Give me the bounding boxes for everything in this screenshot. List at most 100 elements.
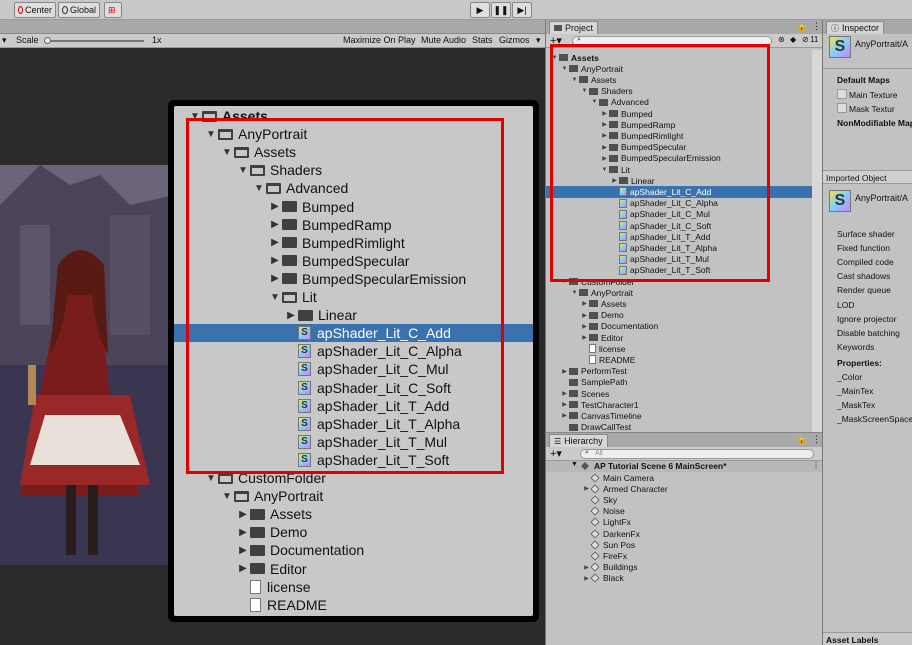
maximize-on-play-toggle[interactable]: Maximize On Play bbox=[343, 35, 416, 45]
hierarchy-item[interactable]: LightFx bbox=[582, 517, 631, 528]
pivot-global-button[interactable]: Global bbox=[58, 2, 100, 18]
zoom-tree-item[interactable]: ▶ Assets bbox=[174, 505, 533, 523]
hierarchy-lock-icon[interactable]: 🔒 bbox=[796, 434, 807, 445]
inspector-panel: ⓘ Inspector S AnyPortrait/A Default Maps… bbox=[822, 20, 912, 645]
mute-audio-toggle[interactable]: Mute Audio bbox=[421, 35, 466, 45]
zoom-tree-item[interactable]: ▶ Editor bbox=[174, 560, 533, 578]
step-button[interactable]: ▶| bbox=[512, 2, 532, 18]
project-tree-item[interactable]: ▶ Demo bbox=[546, 310, 812, 321]
folder-icon bbox=[589, 300, 598, 308]
hierarchy-item-label: DarkenFx bbox=[603, 528, 640, 539]
hidden-packages-icon[interactable]: ⊘ bbox=[802, 35, 809, 44]
filter-type-icon[interactable]: ⊛ bbox=[778, 35, 785, 44]
expand-arrow-icon[interactable]: ▶ bbox=[582, 575, 591, 582]
project-tree-item[interactable]: ▶ TestCharacter1 bbox=[546, 399, 812, 410]
gameobject-cube-icon bbox=[590, 551, 600, 561]
project-tree-item[interactable]: ▶ Editor bbox=[546, 332, 812, 343]
hierarchy-search-placeholder: All bbox=[595, 450, 603, 457]
shader-detail-label: Render queue bbox=[837, 285, 891, 296]
project-scrollbar[interactable] bbox=[812, 50, 822, 432]
pivot-center-button[interactable]: Center bbox=[14, 2, 56, 18]
expand-arrow-icon[interactable]: ▶ bbox=[236, 509, 250, 520]
hierarchy-item[interactable]: Sun Pos bbox=[582, 539, 635, 550]
scale-slider-thumb[interactable] bbox=[44, 37, 51, 44]
gameobject-cube-icon bbox=[590, 573, 600, 583]
hierarchy-item[interactable]: DarkenFx bbox=[582, 528, 640, 539]
expand-arrow-icon[interactable]: ▼ bbox=[204, 473, 218, 484]
project-tree-item[interactable]: ▶ Assets bbox=[546, 298, 812, 309]
gameobject-cube-icon bbox=[590, 506, 600, 516]
expand-arrow-icon[interactable]: ▶ bbox=[580, 312, 589, 319]
hierarchy-item[interactable]: FireFx bbox=[582, 550, 627, 561]
expand-arrow-icon[interactable]: ▶ bbox=[560, 412, 569, 419]
hierarchy-search-input[interactable]: ⌕ All bbox=[580, 449, 814, 459]
hierarchy-item[interactable]: ▶ Black bbox=[582, 573, 624, 584]
hierarchy-item[interactable]: ▶ Buildings bbox=[582, 562, 638, 573]
hierarchy-menu-icon[interactable]: ⋮ bbox=[812, 434, 821, 445]
panel-menu-icon[interactable]: ⋮ bbox=[812, 21, 821, 32]
grid-snap-icon: ⊞ bbox=[108, 4, 116, 15]
expand-arrow-icon[interactable]: ▶ bbox=[580, 323, 589, 330]
scene-header-row[interactable]: ▼ AP Tutorial Scene 6 MainScreen* ⋮ bbox=[546, 461, 823, 472]
expand-arrow-icon[interactable]: ▶ bbox=[580, 300, 589, 307]
hierarchy-item[interactable]: Sky bbox=[582, 494, 617, 505]
zoom-highlight-box bbox=[186, 118, 504, 474]
imported-asset-path: AnyPortrait/A bbox=[855, 193, 909, 203]
lock-icon[interactable]: 🔒 bbox=[796, 21, 807, 32]
tab-inspector[interactable]: ⓘ Inspector bbox=[826, 21, 885, 34]
mask-texture-slot[interactable] bbox=[837, 103, 847, 113]
expand-arrow-icon[interactable]: ▶ bbox=[236, 527, 250, 538]
project-tree-item[interactable]: ▶ Documentation bbox=[546, 321, 812, 332]
project-tree-item[interactable]: ▶ PerformTest bbox=[546, 366, 812, 377]
zoom-tree-item[interactable]: ▼ AnyPortrait bbox=[174, 487, 533, 505]
tab-hierarchy[interactable]: ☰ Hierarchy bbox=[549, 434, 608, 447]
expand-arrow-icon[interactable]: ▼ bbox=[220, 491, 234, 502]
main-texture-slot[interactable] bbox=[837, 89, 847, 99]
zoom-tree-item[interactable]: ▶ Documentation bbox=[174, 541, 533, 559]
label-filter-icon[interactable]: ◆ bbox=[790, 35, 796, 44]
expand-arrow-icon[interactable]: ▶ bbox=[560, 401, 569, 408]
expand-arrow-icon[interactable]: ▶ bbox=[236, 545, 250, 556]
expand-arrow-icon[interactable]: ▶ bbox=[236, 563, 250, 574]
hierarchy-item-label: Buildings bbox=[603, 562, 638, 573]
file-icon bbox=[589, 344, 596, 354]
hierarchy-create-icon[interactable]: +▾ bbox=[550, 447, 562, 460]
gizmos-chevron-icon[interactable]: ▾ bbox=[536, 35, 541, 46]
project-tree-item[interactable]: SamplePath bbox=[546, 377, 812, 388]
pause-button[interactable]: ❚❚ bbox=[491, 2, 511, 18]
aspect-dropdown-icon[interactable]: ▾ bbox=[2, 35, 7, 46]
project-tree-item[interactable]: ▼ AnyPortrait bbox=[546, 287, 812, 298]
stats-toggle[interactable]: Stats bbox=[472, 35, 493, 45]
project-tree-item[interactable]: license bbox=[546, 343, 812, 354]
expand-arrow-icon[interactable]: ▼ bbox=[570, 290, 579, 296]
asset-labels-heading: Asset Labels bbox=[826, 635, 879, 645]
gameobject-cube-icon bbox=[590, 495, 600, 505]
folder-icon bbox=[569, 390, 578, 398]
tab-project[interactable]: Project bbox=[549, 21, 599, 34]
expand-arrow-icon[interactable]: ▶ bbox=[582, 564, 591, 571]
scale-slider[interactable] bbox=[44, 37, 144, 44]
scene-menu-icon[interactable]: ⋮ bbox=[812, 461, 820, 470]
project-tree-item[interactable]: DrawCallTest bbox=[546, 422, 812, 432]
zoom-tree-item[interactable]: README bbox=[174, 596, 533, 614]
shader-detail-label: Keywords bbox=[837, 341, 875, 352]
expand-arrow-icon[interactable]: ▶ bbox=[580, 334, 589, 341]
hierarchy-item[interactable]: ▶ Armed Character bbox=[582, 483, 668, 494]
folder-tab-icon bbox=[554, 25, 562, 31]
shader-detail-label: Cast shadows bbox=[837, 271, 891, 282]
gizmos-dropdown[interactable]: Gizmos bbox=[499, 35, 530, 45]
project-tree-item[interactable]: ▶ CanvasTimeline bbox=[546, 410, 812, 421]
expand-arrow-icon[interactable]: ▶ bbox=[560, 368, 569, 375]
scene-expand-arrow-icon[interactable]: ▼ bbox=[571, 461, 578, 468]
expand-arrow-icon[interactable]: ▶ bbox=[560, 390, 569, 397]
zoom-tree-item[interactable]: license bbox=[174, 578, 533, 596]
hierarchy-item[interactable]: Noise bbox=[582, 506, 625, 517]
project-tree-item-label: TestCharacter1 bbox=[581, 399, 639, 410]
project-tree-item-label: PerformTest bbox=[581, 366, 627, 377]
snap-grid-button[interactable]: ⊞ bbox=[104, 2, 122, 18]
zoom-tree-item[interactable]: ▶ Demo bbox=[174, 523, 533, 541]
play-button[interactable]: ▶ bbox=[470, 2, 490, 18]
hierarchy-item[interactable]: Main Camera bbox=[582, 472, 654, 483]
project-tree-item[interactable]: ▶ Scenes bbox=[546, 388, 812, 399]
project-tree-item[interactable]: README bbox=[546, 354, 812, 365]
